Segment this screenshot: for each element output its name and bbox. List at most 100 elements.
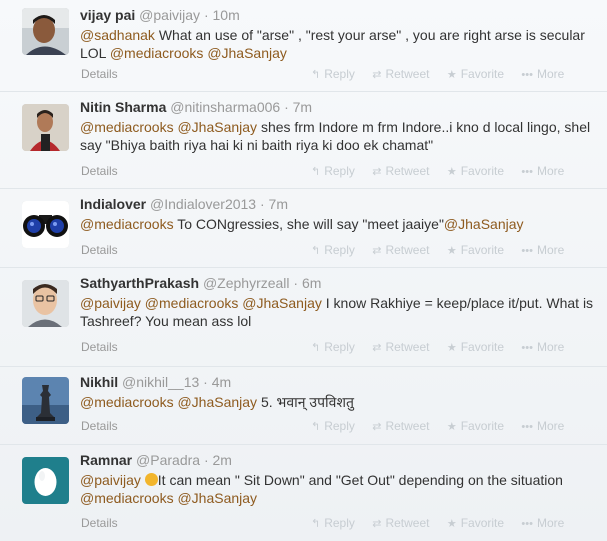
tweet-text: @mediacrooks @JhaSanjay shes frm Indore … xyxy=(80,118,597,154)
more-button[interactable]: ••• More xyxy=(521,339,564,356)
retweet-button[interactable]: ⇄ Retweet xyxy=(372,163,429,180)
retweet-button[interactable]: ⇄ Retweet xyxy=(372,515,429,532)
fullname[interactable]: Nitin Sharma xyxy=(80,99,166,115)
fullname[interactable]: Indialover xyxy=(80,196,146,212)
details-link[interactable]: Details xyxy=(81,163,118,179)
mention-link[interactable]: @mediacrooks xyxy=(80,216,174,232)
reply-button[interactable]: ↰ Reply xyxy=(311,418,355,435)
retweet-icon: ⇄ xyxy=(372,518,382,530)
mention-link[interactable]: @mediacrooks xyxy=(80,394,174,410)
retweet-label: Retweet xyxy=(385,419,430,433)
more-button[interactable]: ••• More xyxy=(521,66,564,83)
retweet-label: Retweet xyxy=(385,516,430,530)
mention-link[interactable]: @paivijay xyxy=(80,295,141,311)
reply-label: Reply xyxy=(324,243,355,257)
mention-link[interactable]: @mediacrooks xyxy=(145,295,239,311)
retweet-icon: ⇄ xyxy=(372,166,382,178)
details-link[interactable]: Details xyxy=(81,66,118,82)
mention-link[interactable]: @JhaSanjay xyxy=(177,119,257,135)
avatar[interactable] xyxy=(22,457,69,504)
tweet[interactable]: Ramnar @Paradra · 2m @paivijay It can me… xyxy=(0,445,607,541)
avatar[interactable] xyxy=(22,104,69,151)
timestamp[interactable]: 7m xyxy=(269,196,288,212)
more-label: More xyxy=(536,243,565,257)
timestamp[interactable]: 10m xyxy=(213,7,240,23)
details-link[interactable]: Details xyxy=(81,339,118,355)
retweet-button[interactable]: ⇄ Retweet xyxy=(372,242,429,259)
timestamp[interactable]: 7m xyxy=(293,99,312,115)
favorite-label: Favorite xyxy=(460,340,505,354)
tweet-footer: Details ↰ Reply ⇄ Retweet ★ Favorite ••• Mor… xyxy=(81,163,607,179)
mention-link[interactable]: @JhaSanjay xyxy=(177,394,257,410)
reply-button[interactable]: ↰ Reply xyxy=(311,515,355,532)
retweet-label: Retweet xyxy=(385,340,430,354)
tweet[interactable]: Nikhil @nikhil__13 · 4m @mediacrooks @Jh… xyxy=(0,367,607,445)
reply-button[interactable]: ↰ Reply xyxy=(311,66,355,83)
tweet-footer: Details ↰ Reply ⇄ Retweet ★ Favorite ••• Mor… xyxy=(81,418,607,434)
favorite-button[interactable]: ★ Favorite xyxy=(447,339,504,356)
mention-link[interactable]: @JhaSanjay xyxy=(444,216,524,232)
avatar[interactable] xyxy=(22,201,69,248)
favorite-button[interactable]: ★ Favorite xyxy=(447,515,504,532)
mention-link[interactable]: @sadhanak xyxy=(80,27,155,43)
username[interactable]: @nitinsharma006 xyxy=(170,99,280,115)
reply-button[interactable]: ↰ Reply xyxy=(311,339,355,356)
favorite-button[interactable]: ★ Favorite xyxy=(447,418,504,435)
more-button[interactable]: ••• More xyxy=(521,418,564,435)
retweet-button[interactable]: ⇄ Retweet xyxy=(372,418,429,435)
reply-button[interactable]: ↰ Reply xyxy=(311,163,355,180)
more-button[interactable]: ••• More xyxy=(521,163,564,180)
more-dots-icon: ••• xyxy=(521,166,533,178)
reply-button[interactable]: ↰ Reply xyxy=(311,242,355,259)
details-link[interactable]: Details xyxy=(81,418,118,434)
username[interactable]: @Paradra xyxy=(136,452,200,468)
details-link[interactable]: Details xyxy=(81,515,118,531)
mention-link[interactable]: @mediacrooks xyxy=(80,119,174,135)
avatar[interactable] xyxy=(22,280,69,327)
mention-link[interactable]: @JhaSanjay xyxy=(242,295,322,311)
tweet[interactable]: Indialover @Indialover2013 · 7m @mediacr… xyxy=(0,189,607,268)
mention-link[interactable]: @JhaSanjay xyxy=(177,490,257,506)
tweet-text-segment: It can mean " Sit Down" and "Get Out" de… xyxy=(157,472,563,488)
avatar[interactable] xyxy=(22,8,69,55)
details-link[interactable]: Details xyxy=(81,242,118,258)
tweet-text: @paivijay It can mean " Sit Down" and "G… xyxy=(80,471,597,507)
fullname[interactable]: vijay pai xyxy=(80,7,135,23)
more-button[interactable]: ••• More xyxy=(521,515,564,532)
fullname[interactable]: Ramnar xyxy=(80,452,132,468)
fullname[interactable]: Nikhil xyxy=(80,374,118,390)
smile-emoji-icon xyxy=(144,473,158,486)
more-button[interactable]: ••• More xyxy=(521,242,564,259)
mention-link[interactable]: @JhaSanjay xyxy=(207,45,287,61)
username[interactable]: @nikhil__13 xyxy=(122,374,199,390)
tweet-actions: ↰ Reply ⇄ Retweet ★ Favorite ••• More xyxy=(311,418,578,435)
tweet[interactable]: vijay pai @paivijay · 10m @sadhanak What… xyxy=(0,0,607,92)
favorite-label: Favorite xyxy=(460,243,505,257)
retweet-button[interactable]: ⇄ Retweet xyxy=(372,339,429,356)
mention-link[interactable]: @mediacrooks xyxy=(110,45,204,61)
timestamp[interactable]: 4m xyxy=(212,374,231,390)
favorite-button[interactable]: ★ Favorite xyxy=(447,163,504,180)
reply-label: Reply xyxy=(324,340,355,354)
timestamp[interactable]: 6m xyxy=(302,275,321,291)
tweet-actions: ↰ Reply ⇄ Retweet ★ Favorite ••• More xyxy=(311,163,578,180)
mention-link[interactable]: @paivijay xyxy=(80,472,141,488)
mention-link[interactable]: @mediacrooks xyxy=(80,490,174,506)
avatar[interactable] xyxy=(22,377,69,424)
fullname[interactable]: SathyarthPrakash xyxy=(80,275,199,291)
tweet-footer: Details ↰ Reply ⇄ Retweet ★ Favorite ••• Mor… xyxy=(81,66,607,82)
tweet[interactable]: SathyarthPrakash @Zephyrzeall · 6m @paiv… xyxy=(0,268,607,367)
favorite-button[interactable]: ★ Favorite xyxy=(447,66,504,83)
tweet-footer: Details ↰ Reply ⇄ Retweet ★ Favorite ••• Mor… xyxy=(81,339,607,355)
more-label: More xyxy=(536,67,565,81)
timestamp[interactable]: 2m xyxy=(213,452,232,468)
separator: · xyxy=(259,196,265,212)
retweet-icon: ⇄ xyxy=(372,342,382,354)
username[interactable]: @Zephyrzeall xyxy=(203,275,290,291)
username[interactable]: @paivijay xyxy=(139,7,200,23)
favorite-button[interactable]: ★ Favorite xyxy=(447,242,504,259)
retweet-button[interactable]: ⇄ Retweet xyxy=(372,66,429,83)
username[interactable]: @Indialover2013 xyxy=(150,196,256,212)
tweet[interactable]: Nitin Sharma @nitinsharma006 · 7m @media… xyxy=(0,92,607,189)
star-icon: ★ xyxy=(446,245,457,257)
